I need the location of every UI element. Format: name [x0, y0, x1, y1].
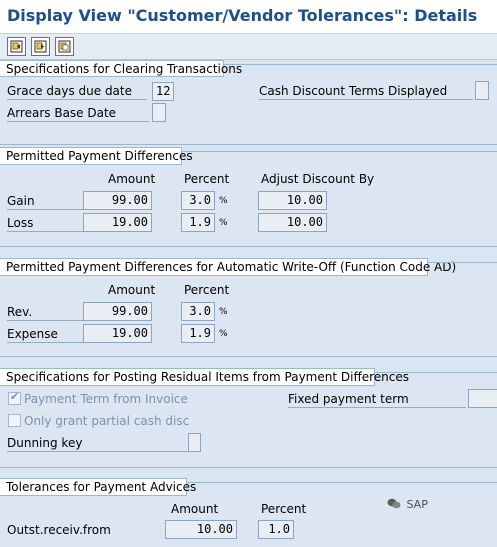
clearing-section: Specifications for Clearing Transactions… [0, 60, 497, 146]
rev-amount-field[interactable]: 99.00 [83, 302, 152, 321]
checkmark-icon: ✔ [10, 390, 20, 403]
percent-column-header: Percent [184, 172, 230, 186]
other-entry-button[interactable] [55, 37, 74, 56]
grace-days-field[interactable]: 12 [152, 82, 174, 101]
payment-term-checkbox[interactable]: ✔ [8, 390, 21, 405]
outstanding-receivable-label: Outst.receiv.from [7, 523, 111, 537]
fixed-payment-term-field[interactable] [468, 389, 497, 408]
grace-days-label: Grace days due date [7, 82, 147, 100]
expense-label: Expense [7, 325, 83, 343]
next-entry-icon [34, 40, 47, 53]
loss-percent-unit: % [219, 218, 228, 228]
writeoff-heading: Permitted Payment Differences for Automa… [0, 258, 456, 276]
expense-percent-unit: % [219, 329, 228, 339]
residual-section: Specifications for Posting Residual Item… [0, 368, 497, 469]
writeoff-percent-column-header: Percent [184, 283, 230, 297]
expense-amount-field[interactable]: 19.00 [83, 324, 152, 343]
gain-amount-field[interactable]: 99.00 [83, 191, 152, 210]
advices-percent-column-header: Percent [261, 502, 307, 516]
watermark-text: SAP [406, 498, 428, 511]
gain-percent-unit: % [219, 196, 228, 206]
payment-term-label: Payment Term from Invoice [24, 392, 188, 406]
permitted-differences-section: Permitted Payment Differences Amount Per… [0, 147, 497, 248]
dunning-key-field[interactable] [188, 433, 201, 452]
adjust-discount-column-header: Adjust Discount By [261, 172, 375, 186]
gain-label: Gain [7, 192, 83, 210]
loss-label: Loss [7, 214, 83, 232]
permitted-differences-heading: Permitted Payment Differences [0, 147, 193, 165]
loss-percent-field[interactable]: 1.9 [181, 213, 215, 232]
title-bar: Display View "Customer/Vendor Tolerances… [0, 0, 497, 34]
residual-heading: Specifications for Posting Residual Item… [0, 368, 409, 386]
clearing-heading: Specifications for Clearing Transactions [0, 60, 242, 77]
writeoff-section: Permitted Payment Differences for Automa… [0, 258, 497, 358]
cash-discount-label: Cash Discount Terms Displayed [259, 82, 473, 100]
page-title: Display View "Customer/Vendor Tolerances… [7, 6, 478, 25]
writeoff-amount-column-header: Amount [108, 283, 156, 297]
rev-percent-unit: % [219, 307, 228, 317]
expense-percent-field[interactable]: 1.9 [181, 324, 215, 343]
fixed-payment-term-label: Fixed payment term [288, 390, 466, 408]
previous-entry-icon [10, 40, 23, 53]
partial-cash-label: Only grant partial cash disc [24, 414, 190, 428]
cash-discount-field[interactable] [475, 81, 489, 100]
wechat-icon [387, 498, 401, 509]
loss-amount-field[interactable]: 19.00 [83, 213, 152, 232]
payment-advices-heading: Tolerances for Payment Advices [0, 478, 196, 496]
watermark: SAP [387, 498, 428, 511]
arrears-base-date-label: Arrears Base Date [7, 104, 149, 122]
gain-percent-field[interactable]: 3.0 [181, 191, 215, 210]
dunning-key-label: Dunning key [7, 434, 189, 452]
application-toolbar [0, 34, 497, 60]
previous-entry-button[interactable] [7, 37, 26, 56]
other-entry-icon [58, 40, 71, 53]
rev-label: Rev. [7, 303, 83, 321]
rev-percent-field[interactable]: 3.0 [181, 302, 215, 321]
advices-amount-column-header: Amount [171, 502, 219, 516]
partial-cash-checkbox[interactable] [8, 414, 21, 427]
amount-column-header: Amount [108, 172, 156, 186]
loss-adjust-field[interactable]: 10.00 [258, 213, 327, 232]
next-entry-button[interactable] [31, 37, 50, 56]
arrears-base-date-field[interactable] [152, 103, 166, 122]
gain-adjust-field[interactable]: 10.00 [258, 191, 327, 210]
